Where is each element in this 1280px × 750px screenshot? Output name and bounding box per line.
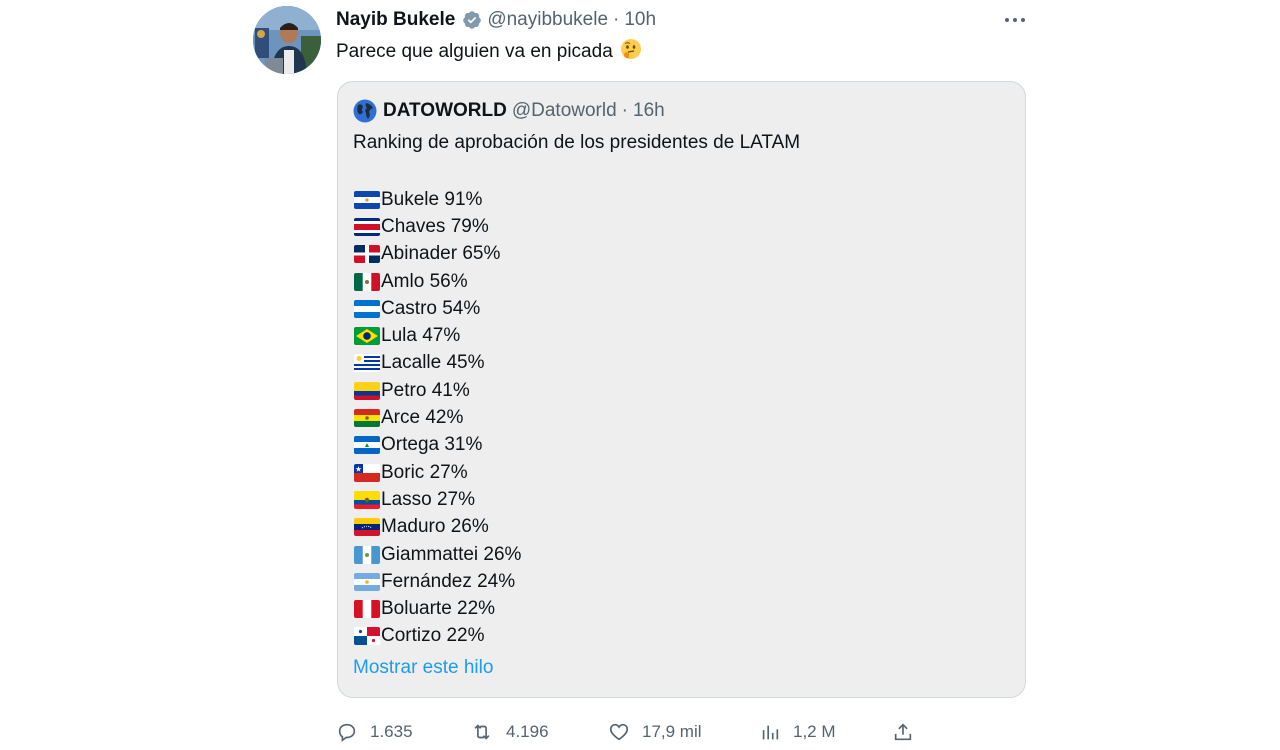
quoted-tweet-timestamp[interactable]: 16h xyxy=(633,100,665,122)
tweet-text: Parece que alguien va en picada xyxy=(336,38,642,66)
list-item: Arce 42% xyxy=(354,404,521,431)
chile-flag-icon xyxy=(354,463,380,482)
ranking-label: Boric 27% xyxy=(381,461,468,483)
list-item: Lasso 27% xyxy=(354,486,521,513)
ranking-label: Cortizo 22% xyxy=(381,625,485,647)
more-options-icon[interactable] xyxy=(1003,12,1027,28)
author-avatar[interactable] xyxy=(253,6,321,74)
author-name[interactable]: Nayib Bukele xyxy=(336,9,455,31)
list-item: Castro 54% xyxy=(354,295,521,322)
views-button[interactable]: 1,2 M xyxy=(759,718,836,746)
ranking-label: Maduro 26% xyxy=(381,516,489,538)
ranking-label: Abinader 65% xyxy=(381,243,501,265)
nicaragua-flag-icon xyxy=(354,436,380,455)
mexico-flag-icon xyxy=(354,272,380,291)
list-item: Abinader 65% xyxy=(354,241,521,268)
tweet-text-body: Parece que alguien va en picada xyxy=(336,41,613,62)
ranking-label: Arce 42% xyxy=(381,407,464,429)
retweet-button[interactable]: 4.196 xyxy=(470,718,549,746)
list-item: Chaves 79% xyxy=(354,213,521,240)
list-item: Ortega 31% xyxy=(354,432,521,459)
ranking-label: Lacalle 45% xyxy=(381,352,485,374)
analytics-icon xyxy=(762,725,779,740)
verified-badge-icon xyxy=(462,10,482,30)
argentina-flag-icon xyxy=(354,572,380,591)
ranking-label: Bukele 91% xyxy=(381,188,483,210)
ranking-label: Chaves 79% xyxy=(381,215,489,237)
show-thread-link[interactable]: Mostrar este hilo xyxy=(353,657,493,679)
separator-dot: · xyxy=(621,100,628,121)
retweet-count: 4.196 xyxy=(506,722,549,741)
ranking-label: Lula 47% xyxy=(381,325,461,347)
peru-flag-icon xyxy=(354,600,380,619)
quoted-author-name[interactable]: DATOWORLD xyxy=(383,100,507,122)
ecuador-flag-icon xyxy=(354,490,380,509)
guatemala-flag-icon xyxy=(354,545,380,564)
list-item: Lacalle 45% xyxy=(354,350,521,377)
list-item: Bukele 91% xyxy=(354,186,521,213)
ranking-label: Fernández 24% xyxy=(381,570,516,592)
like-button[interactable]: 17,9 mil xyxy=(608,718,702,746)
ranking-label: Petro 41% xyxy=(381,379,470,401)
reply-button[interactable]: 1.635 xyxy=(336,718,413,746)
quoted-tweet-title: Ranking de aprobación de los presidentes… xyxy=(353,132,801,153)
reply-count: 1.635 xyxy=(370,722,413,741)
list-item: Amlo 56% xyxy=(354,268,521,295)
list-item: Cortizo 22% xyxy=(354,623,521,650)
list-item: Maduro 26% xyxy=(354,514,521,541)
list-item: Giammattei 26% xyxy=(354,541,521,568)
quoted-author-handle[interactable]: @Datoworld xyxy=(512,100,617,122)
honduras-flag-icon xyxy=(354,299,380,318)
share-icon xyxy=(894,723,912,741)
thinking-face-emoji-icon xyxy=(620,38,642,66)
ranking-label: Boluarte 22% xyxy=(381,598,496,620)
like-count: 17,9 mil xyxy=(642,722,702,741)
list-item: Petro 41% xyxy=(354,377,521,404)
separator-dot: · xyxy=(613,9,620,30)
author-handle[interactable]: @nayibbukele xyxy=(487,9,608,31)
retweet-icon xyxy=(474,724,490,740)
el-salvador-flag-icon xyxy=(354,190,380,209)
ranking-label: Amlo 56% xyxy=(381,270,468,292)
uruguay-flag-icon xyxy=(354,354,380,373)
brazil-flag-icon xyxy=(354,327,380,346)
globe-avatar-icon[interactable] xyxy=(353,99,377,123)
ranking-label: Castro 54% xyxy=(381,297,481,319)
venezuela-flag-icon xyxy=(354,518,380,537)
tweet-timestamp[interactable]: 10h xyxy=(624,9,656,31)
list-item: Lula 47% xyxy=(354,322,521,349)
costa-rica-flag-icon xyxy=(354,217,380,236)
ranking-label: Ortega 31% xyxy=(381,434,483,456)
list-item: Boluarte 22% xyxy=(354,595,521,622)
reply-icon xyxy=(338,723,356,742)
share-button[interactable] xyxy=(892,718,926,746)
list-item: Boric 27% xyxy=(354,459,521,486)
ranking-list: Bukele 91% Chaves 79% Abinader 65% Amlo … xyxy=(354,186,521,650)
tweet-action-bar: 1.635 4.196 17,9 mil 1,2 M xyxy=(336,718,1026,746)
dominican-republic-flag-icon xyxy=(354,245,380,264)
avatar-image xyxy=(253,6,321,74)
quoted-tweet-header: DATOWORLD @Datoworld · 16h xyxy=(353,98,665,124)
tweet-header: Nayib Bukele @nayibbukele · 10h xyxy=(336,8,656,32)
ranking-label: Giammattei 26% xyxy=(381,543,522,565)
ranking-label: Lasso 27% xyxy=(381,488,476,510)
thinking-face-icon xyxy=(620,39,641,59)
colombia-flag-icon xyxy=(354,381,380,400)
bolivia-flag-icon xyxy=(354,409,380,428)
views-count: 1,2 M xyxy=(793,722,836,741)
list-item: Fernández 24% xyxy=(354,568,521,595)
panama-flag-icon xyxy=(354,627,380,646)
heart-icon xyxy=(609,723,629,741)
